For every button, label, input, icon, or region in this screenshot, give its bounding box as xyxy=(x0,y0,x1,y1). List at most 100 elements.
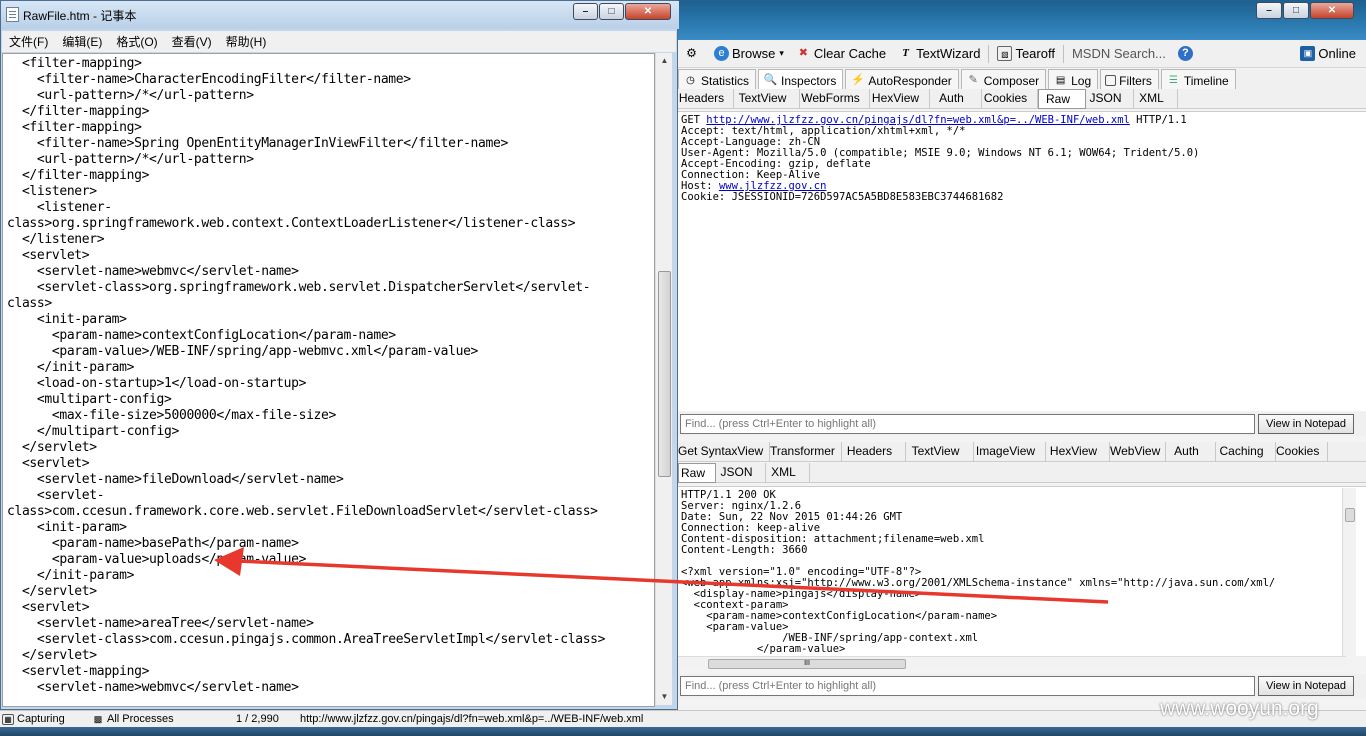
tab-log[interactable]: ▤ Log xyxy=(1048,69,1099,89)
tab-caching[interactable]: Caching xyxy=(1216,442,1276,462)
online-indicator[interactable]: ▣ Online xyxy=(1294,46,1366,61)
tab-autoresponder[interactable]: ⚡ AutoResponder xyxy=(845,69,959,89)
text-line: <filter-name>Spring OpenEntityManagerInV… xyxy=(7,136,508,151)
notepad-text-area[interactable]: <filter-mapping> <filter-name>CharacterE… xyxy=(2,53,655,707)
tearoff-label: Tearoff xyxy=(1015,46,1055,61)
tab-label: Timeline xyxy=(1183,73,1229,88)
tab-hexview[interactable]: HexView xyxy=(870,89,930,109)
response-find-input[interactable]: Find... (press Ctrl+Enter to highlight a… xyxy=(680,676,1255,696)
tab-webforms[interactable]: WebForms xyxy=(800,89,870,109)
scrollbar-thumb[interactable] xyxy=(658,271,671,477)
help-circle-icon: ? xyxy=(1177,46,1193,61)
request-raw-pane[interactable]: GET http://www.jlzfzz.gov.cn/pingajs/dl?… xyxy=(678,111,1366,411)
response-view-in-notepad-button[interactable]: View in Notepad xyxy=(1258,676,1354,696)
tab-headers[interactable]: Headers xyxy=(842,442,906,462)
tab-json[interactable]: JSON xyxy=(1086,89,1134,109)
response-raw-pane[interactable]: HTTP/1.1 200 OK Server: nginx/1.2.6 Date: … xyxy=(678,486,1366,656)
process-filter[interactable]: ▩ All Processes xyxy=(92,713,174,725)
text-line: <listener> xyxy=(7,184,97,199)
tearoff-icon: ▧ xyxy=(997,46,1013,61)
tab-label: Statistics xyxy=(701,73,750,88)
tab-timeline[interactable]: ☰ Timeline xyxy=(1160,69,1236,89)
fiddler-toolbar: ⚙ e Browse ▾ ✖ Clear Cache T TextWizard ▧ Tea… xyxy=(678,40,1366,68)
text-line: <param-name>contextConfigLocation</param… xyxy=(7,328,396,343)
text-line: <servlet> xyxy=(7,600,90,615)
tab-xml[interactable]: XML xyxy=(766,463,810,483)
maximize-button[interactable]: □ xyxy=(1283,2,1309,19)
clear-cache-button[interactable]: ✖ Clear Cache xyxy=(790,46,892,61)
tab-hexview[interactable]: HexView xyxy=(1046,442,1110,462)
maximize-button[interactable]: □ xyxy=(599,3,624,20)
help-icon[interactable]: ? xyxy=(1172,46,1202,61)
menu-item[interactable]: 文件(F) xyxy=(2,33,55,50)
close-button[interactable]: ✕ xyxy=(625,3,671,20)
tab-inspectors[interactable]: 🔍 Inspectors xyxy=(758,69,844,89)
capturing-status[interactable]: ▦ Capturing xyxy=(2,713,65,725)
scrollbar-thumb[interactable] xyxy=(1345,508,1355,522)
tab-get-syntaxview[interactable]: Get SyntaxView xyxy=(678,442,770,462)
tab-raw[interactable]: Raw xyxy=(1038,89,1086,109)
windows-taskbar xyxy=(0,727,1366,736)
log-icon: ▤ xyxy=(1055,75,1066,86)
scrollbar-thumb[interactable]: III xyxy=(708,659,906,669)
tab-statistics[interactable]: ◷ Statistics xyxy=(678,69,757,89)
tab-transformer[interactable]: Transformer xyxy=(770,442,842,462)
request-view-in-notepad-button[interactable]: View in Notepad xyxy=(1258,414,1354,434)
statistics-icon: ◷ xyxy=(686,75,695,86)
menu-item[interactable]: 查看(V) xyxy=(165,33,219,50)
menu-item[interactable]: 格式(O) xyxy=(109,33,164,50)
tearoff-button[interactable]: ▧ Tearoff xyxy=(991,46,1061,61)
response-horizontal-scrollbar[interactable]: III xyxy=(678,656,1346,670)
tab-json[interactable]: JSON xyxy=(716,463,766,483)
text-line: class> xyxy=(7,296,52,311)
tab-textview[interactable]: TextView xyxy=(906,442,974,462)
text-line: </multipart-config> xyxy=(7,424,179,439)
textwizard-icon: T xyxy=(902,47,910,59)
text-line: </filter-mapping> xyxy=(7,168,150,183)
text-line: </init-param> xyxy=(7,568,135,583)
text-line: <listener- xyxy=(7,200,112,215)
inspectors-icon: 🔍 xyxy=(763,74,778,86)
tab-webview[interactable]: WebView xyxy=(1110,442,1166,462)
text-line: <init-param> xyxy=(7,520,127,535)
watermark: www.wooyun.org xyxy=(1160,697,1319,720)
menu-item[interactable]: 编辑(E) xyxy=(55,33,109,50)
request-headers: Accept: text/html, application/xhtml+xml… xyxy=(681,126,1366,181)
tab-imageview[interactable]: ImageView xyxy=(974,442,1046,462)
request-find-input[interactable]: Find... (press Ctrl+Enter to highlight a… xyxy=(680,414,1255,434)
text-line: <servlet> xyxy=(7,456,90,471)
text-line: <max-file-size>5000000</max-file-size> xyxy=(7,408,336,423)
browse-button[interactable]: e Browse ▾ xyxy=(708,46,790,61)
toolbar-dropdown[interactable]: ⚙ xyxy=(678,46,708,61)
scroll-up-arrow-icon[interactable]: ▲ xyxy=(656,53,673,69)
tab-xml[interactable]: XML xyxy=(1134,89,1178,109)
tab-textview[interactable]: TextView xyxy=(734,89,800,109)
tab-raw[interactable]: Raw xyxy=(678,463,716,483)
fiddler-window: ⎯ □ ✕ ⚙ e Browse ▾ ✖ Clear Cache T TextWizar… xyxy=(678,0,1366,736)
notepad-titlebar: RawFile.htm - 记事本 ⎯ □ ✕ xyxy=(1,1,679,29)
close-button[interactable]: ✕ xyxy=(1310,2,1354,19)
textwizard-button[interactable]: T TextWizard xyxy=(892,46,986,61)
tab-cookies[interactable]: Cookies xyxy=(982,89,1038,109)
composer-icon: ✎ xyxy=(968,74,978,86)
text-line: <filter-mapping> xyxy=(7,56,142,71)
minimize-button[interactable]: ⎯ xyxy=(1256,2,1282,19)
tab-auth[interactable]: Auth xyxy=(1166,442,1216,462)
capturing-label: Capturing xyxy=(17,713,65,725)
tab-cookies[interactable]: Cookies xyxy=(1276,442,1328,462)
minimize-button[interactable]: ⎯ xyxy=(573,3,598,20)
scroll-down-arrow-icon[interactable]: ▼ xyxy=(656,689,673,705)
processes-label: All Processes xyxy=(107,713,174,725)
fiddler-titlebar: ⎯ □ ✕ xyxy=(678,0,1366,40)
tab-filters[interactable]: Filters xyxy=(1100,69,1159,89)
menu-item[interactable]: 帮助(H) xyxy=(219,33,274,50)
notepad-vertical-scrollbar[interactable]: ▲ ▼ xyxy=(655,53,672,705)
tab-composer[interactable]: ✎ Composer xyxy=(960,69,1047,89)
response-vertical-scrollbar[interactable] xyxy=(1342,488,1356,656)
text-line: <multipart-config> xyxy=(7,392,172,407)
text-line: <load-on-startup>1</load-on-startup> xyxy=(7,376,307,391)
tab-headers[interactable]: Headers xyxy=(678,89,734,109)
msdn-search-label: MSDN Search... xyxy=(1071,46,1166,61)
tab-auth[interactable]: Auth xyxy=(930,89,982,109)
msdn-search-input[interactable]: MSDN Search... xyxy=(1066,46,1172,61)
